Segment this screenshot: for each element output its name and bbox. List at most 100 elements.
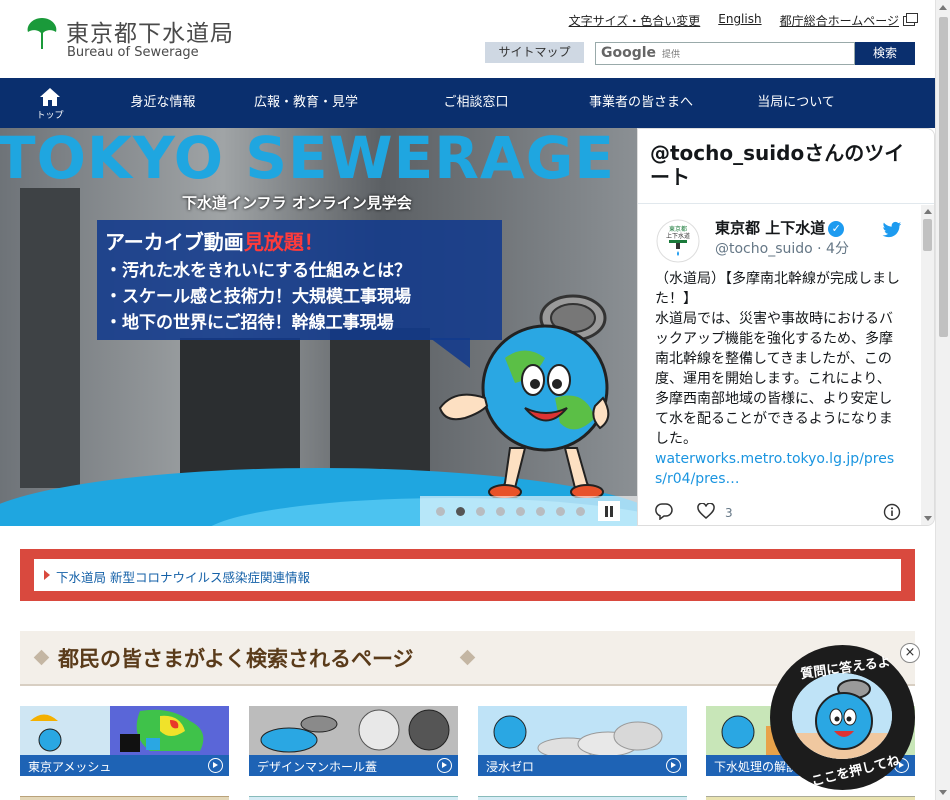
- hero-subtitle: 下水道インフラ オンライン見学会: [182, 194, 412, 212]
- slider-dot[interactable]: [436, 507, 445, 516]
- page: 東京都下水道局 Bureau of Sewerage 文字サイズ・色合い変更 E…: [0, 0, 950, 800]
- card-caption-bar: デザインマンホール蓋: [249, 755, 458, 776]
- hero-headline-a: アーカイブ動画: [105, 230, 244, 254]
- google-brand-text: Google: [601, 45, 657, 61]
- nav-item-consultation[interactable]: ご相談窓口: [386, 78, 566, 128]
- card-top-edge[interactable]: [20, 796, 229, 800]
- sitemap-button[interactable]: サイトマップ: [485, 42, 584, 63]
- card-top-edge[interactable]: [706, 796, 915, 800]
- nav-home-label: トップ: [36, 111, 64, 121]
- site-header: 東京都下水道局 Bureau of Sewerage 文字サイズ・色合い変更 E…: [0, 0, 935, 78]
- google-brand-suffix: 提供: [662, 50, 681, 60]
- nav-item-about[interactable]: 当局について: [716, 78, 876, 128]
- card-caption-bar: 浸水ゼロ: [478, 755, 687, 776]
- hero-headline: アーカイブ動画見放題！: [105, 226, 324, 255]
- info-icon[interactable]: [883, 503, 901, 521]
- card-label: 浸水ゼロ: [486, 760, 535, 774]
- avatar-line1: 東京都: [669, 225, 687, 233]
- nav-item-pr-education[interactable]: 広報・教育・見学: [226, 78, 386, 128]
- tocho-home-link[interactable]: 都庁総合ホームページ: [780, 14, 899, 28]
- card-tokyo-amesh[interactable]: 東京アメッシュ: [20, 706, 229, 776]
- slider-dot[interactable]: [576, 507, 585, 516]
- slider-dot[interactable]: [496, 507, 505, 516]
- hero-bullet: ・スケール感と技術力！大規模工事現場: [105, 287, 411, 307]
- card-caption-bar: 東京アメッシュ: [20, 755, 229, 776]
- card-top-edge[interactable]: [478, 796, 687, 800]
- account-name-text: 東京都 上下水道: [715, 219, 826, 237]
- twitter-timeline: @tocho_suidoさんのツイート 東京都 上下水道 東京都 上下水道 ✓ @…: [637, 128, 935, 526]
- avatar-line2: 上下水道: [666, 232, 690, 240]
- external-window-icon: [903, 13, 918, 26]
- divider: [638, 203, 934, 204]
- slider-dot[interactable]: [476, 507, 485, 516]
- twitter-timeline-title[interactable]: @tocho_suidoさんのツイート: [650, 141, 920, 189]
- card-design-manhole[interactable]: デザインマンホール蓋: [249, 706, 458, 776]
- account-avatar[interactable]: 東京都 上下水道: [656, 219, 700, 263]
- page-scrollbar[interactable]: [935, 0, 950, 800]
- popular-cards-row2: [20, 796, 915, 800]
- english-link[interactable]: English: [718, 12, 761, 29]
- hero-headline-b: 見放題！: [243, 230, 324, 254]
- slider-dot[interactable]: [556, 507, 565, 516]
- scrollbar-thumb[interactable]: [939, 17, 948, 337]
- scroll-up-arrow-icon[interactable]: [924, 209, 932, 214]
- text-size-color-link[interactable]: 文字サイズ・色合い変更: [569, 12, 701, 29]
- hero-slider[interactable]: TOKYO SEWERAGE 下水道インフラ オンライン見学会 アーカイブ動画見…: [0, 128, 637, 526]
- card-label: デザインマンホール蓋: [257, 760, 378, 774]
- nav-item-daily-info[interactable]: 身近な情報: [100, 78, 226, 128]
- search-input[interactable]: Google 提供: [595, 42, 855, 65]
- logo-japanese-name: 東京都下水道局: [66, 21, 234, 47]
- hero-title: TOKYO SEWERAGE: [0, 128, 616, 192]
- chatbot-close-button[interactable]: ×: [900, 643, 920, 663]
- tweet-link[interactable]: waterworks.metro.tokyo.lg.jp/press/r04/p…: [655, 451, 894, 487]
- site-logo[interactable]: 東京都下水道局 Bureau of Sewerage: [26, 14, 256, 64]
- diamond-icon: [459, 649, 476, 666]
- like-count: 3: [725, 506, 733, 520]
- scroll-down-arrow-icon[interactable]: [939, 790, 947, 795]
- covid-notice-banner: 下水道局 新型コロナウイルス感染症関連情報: [20, 549, 915, 601]
- twitter-bird-icon[interactable]: [882, 221, 902, 239]
- home-icon: [40, 88, 60, 106]
- circle-arrow-icon: [666, 758, 681, 773]
- global-nav: トップ 身近な情報 広報・教育・見学 ご相談窓口 事業者の皆さまへ 当局について: [0, 78, 935, 128]
- slider-pause-button[interactable]: [598, 501, 620, 521]
- logo-english-name: Bureau of Sewerage: [67, 45, 199, 60]
- triangle-right-icon: [44, 570, 50, 580]
- account-name[interactable]: 東京都 上下水道 ✓: [715, 217, 845, 238]
- card-top-edge[interactable]: [249, 796, 458, 800]
- earth-mascot-icon: [438, 294, 610, 498]
- search-button[interactable]: 検索: [855, 42, 915, 65]
- hero-pipe: [180, 338, 300, 488]
- verified-badge-icon: ✓: [828, 221, 845, 237]
- slider-dot-active[interactable]: [456, 507, 465, 516]
- hero-pipe: [330, 328, 430, 488]
- ginkgo-logo-icon: [27, 18, 57, 49]
- reply-icon[interactable]: [655, 503, 673, 520]
- circle-arrow-icon: [208, 758, 223, 773]
- scroll-down-arrow-icon[interactable]: [924, 516, 932, 521]
- utility-links: 文字サイズ・色合い変更 English 都庁総合ホームページ: [569, 12, 918, 29]
- hero-bullet: ・地下の世界にご招待！幹線工事現場: [105, 313, 394, 333]
- nav-home[interactable]: トップ: [0, 78, 100, 128]
- slider-dot[interactable]: [536, 507, 545, 516]
- chatbot-launcher[interactable]: 質問に答えるよ ここを押してね ×: [770, 643, 920, 790]
- covid-info-link[interactable]: 下水道局 新型コロナウイルス感染症関連情報: [56, 567, 310, 586]
- manhole-thumbnail: [249, 706, 458, 755]
- chatbot-face: [792, 673, 892, 759]
- account-handle[interactable]: @tocho_suido · 4分: [715, 238, 849, 258]
- earth-mascot-icon: [792, 673, 892, 759]
- slider-pager: [420, 496, 637, 526]
- hero-pillar: [20, 188, 80, 488]
- heart-icon[interactable]: [697, 503, 715, 520]
- slider-dot[interactable]: [516, 507, 525, 516]
- nav-item-business[interactable]: 事業者の皆さまへ: [566, 78, 716, 128]
- card-label: 東京アメッシュ: [28, 760, 112, 774]
- tweet-text: （水道局）【多摩南北幹線が完成しました！】 水道局では、災害や事故時におけるバッ…: [655, 271, 900, 447]
- rain-radar-thumbnail: [20, 706, 229, 755]
- scroll-up-arrow-icon[interactable]: [939, 5, 947, 10]
- card-zero-flooding[interactable]: 浸水ゼロ: [478, 706, 687, 776]
- twitter-scrollbar[interactable]: [921, 205, 934, 525]
- circle-arrow-icon: [437, 758, 452, 773]
- popular-pages-title: 都民の皆さまがよく検索されるページ: [58, 647, 414, 671]
- scrollbar-thumb[interactable]: [923, 219, 932, 251]
